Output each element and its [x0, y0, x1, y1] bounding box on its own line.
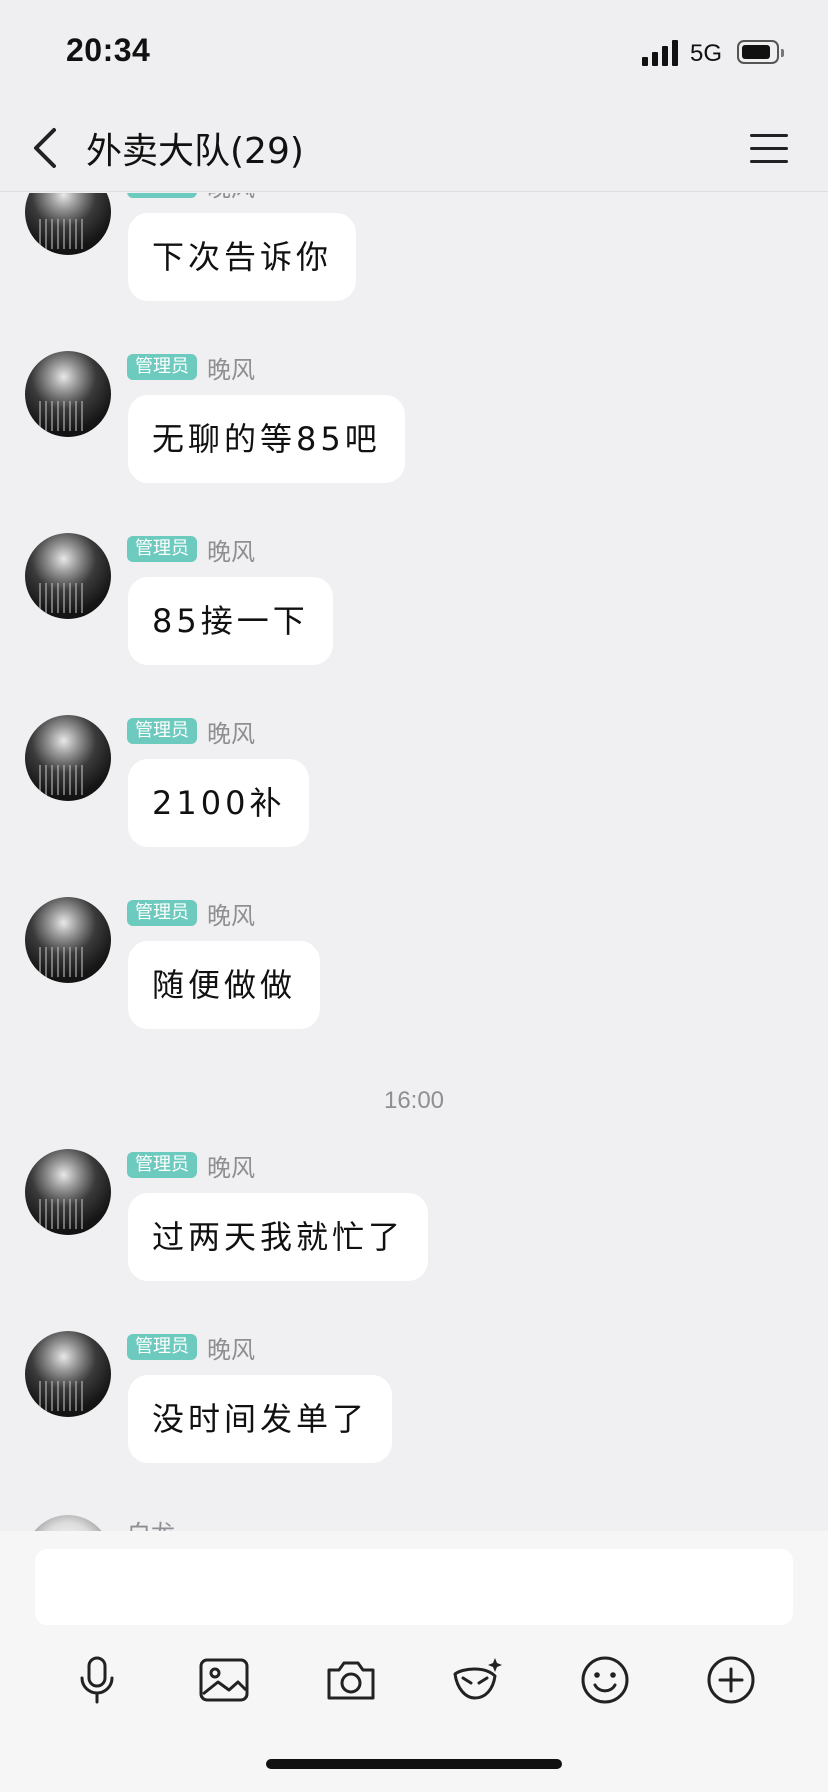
admin-badge: 管理员: [127, 193, 197, 198]
input-area: [0, 1531, 828, 1792]
sender-name: 晚风: [207, 193, 255, 203]
page-title: 外卖大队(29): [86, 131, 304, 172]
avatar[interactable]: [25, 193, 111, 255]
status-bar: 20:34 5G: [0, 0, 828, 104]
emoji-button[interactable]: [570, 1645, 640, 1715]
fx-mask-icon: [453, 1658, 502, 1700]
admin-badge: 管理员: [127, 354, 197, 380]
emoji-icon: [581, 1656, 629, 1704]
message-bubble[interactable]: 过两天我就忙了: [128, 1193, 429, 1281]
back-button[interactable]: [24, 120, 74, 176]
message-bubble[interactable]: 85接一下: [128, 577, 333, 665]
sender-name: 晚风: [207, 719, 255, 748]
hamburger-icon: [750, 134, 788, 137]
message-meta: 管理员 晚风: [127, 1333, 255, 1364]
message-meta: 管理员 晚风: [127, 899, 255, 930]
admin-badge: 管理员: [127, 1152, 197, 1178]
signal-icon: [642, 40, 678, 66]
message-bubble[interactable]: 没时间发单了: [128, 1375, 393, 1463]
menu-button[interactable]: [746, 128, 792, 168]
admin-badge: 管理员: [127, 536, 197, 562]
avatar[interactable]: [25, 1331, 111, 1417]
camera-icon: [327, 1661, 375, 1700]
chat-area[interactable]: 管理员 晚风 下次告诉你 管理员 晚风 无聊的等85吧 管理员 晚风 85接一下…: [0, 193, 828, 1531]
microphone-icon: [80, 1656, 114, 1704]
avatar[interactable]: [25, 1515, 111, 1531]
image-icon: [199, 1658, 249, 1702]
status-time: 20:34: [66, 32, 151, 68]
sender-name: 晚风: [207, 1335, 255, 1364]
message-meta: 白龙: [127, 1514, 175, 1532]
effects-button[interactable]: [443, 1645, 513, 1715]
nav-bar: 外卖大队(29): [0, 104, 828, 192]
avatar[interactable]: [25, 715, 111, 801]
camera-button[interactable]: [316, 1645, 386, 1715]
message-bubble[interactable]: 无聊的等85吧: [128, 395, 405, 483]
message-bubble[interactable]: 2100补: [128, 759, 310, 847]
voice-button[interactable]: [62, 1645, 132, 1715]
sender-name: 白龙: [127, 1514, 175, 1532]
input-toolbar: [0, 1645, 828, 1735]
message-input[interactable]: [35, 1549, 793, 1625]
network-type: 5G: [690, 40, 723, 67]
admin-badge: 管理员: [127, 718, 197, 744]
message-meta: 管理员 晚风: [127, 535, 255, 566]
avatar[interactable]: [25, 351, 111, 437]
message-bubble[interactable]: 下次告诉你: [128, 213, 357, 301]
message-meta: 管理员 晚风: [127, 1151, 255, 1182]
battery-icon: [737, 40, 784, 64]
image-button[interactable]: [189, 1645, 259, 1715]
avatar[interactable]: [25, 533, 111, 619]
message-meta: 管理员 晚风: [127, 193, 255, 202]
more-button[interactable]: [696, 1645, 766, 1715]
avatar[interactable]: [25, 897, 111, 983]
home-indicator: [266, 1759, 562, 1769]
message-bubble[interactable]: 随便做做: [128, 941, 321, 1029]
sender-name: 晚风: [207, 1153, 255, 1182]
admin-badge: 管理员: [127, 900, 197, 926]
admin-badge: 管理员: [127, 1334, 197, 1360]
plus-icon: [707, 1656, 755, 1704]
sender-name: 晚风: [207, 537, 255, 566]
sender-name: 晚风: [207, 355, 255, 384]
message-meta: 管理员 晚风: [127, 717, 255, 748]
avatar[interactable]: [25, 1149, 111, 1235]
message-meta: 管理员 晚风: [127, 353, 255, 384]
chat-timestamp: 16:00: [383, 1087, 445, 1114]
chevron-left-icon: [34, 128, 56, 168]
sender-name: 晚风: [207, 901, 255, 930]
